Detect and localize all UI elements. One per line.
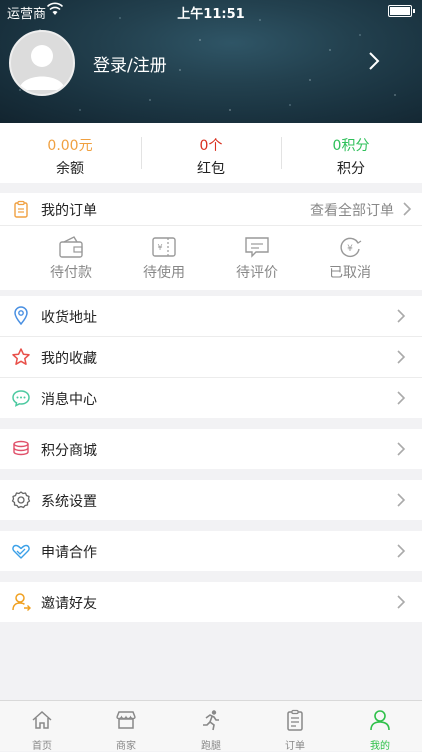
chevron-right-icon [396, 492, 406, 512]
profile-header: 运营商 上午11:51 登录/注册 [0, 0, 422, 123]
wallet-icon [58, 235, 84, 259]
red-packet-value: 0个 [199, 138, 223, 154]
user-icon [369, 709, 391, 731]
menu-item-messages[interactable]: 消息中心 [0, 378, 422, 418]
to-use-button[interactable]: ¥ 待使用 [129, 226, 199, 290]
pending-payment-button[interactable]: 待付款 [36, 226, 106, 290]
menu-item-partnership[interactable]: 申请合作 [0, 531, 422, 571]
menu-item-label: 系统设置 [41, 494, 97, 510]
home-icon [31, 709, 53, 731]
login-register-link[interactable]: 登录/注册 [93, 51, 167, 76]
clipboard-icon [284, 709, 306, 731]
chevron-right-icon[interactable] [366, 50, 382, 72]
menu-item-favorites[interactable]: 我的收藏 [0, 337, 422, 377]
chevron-right-icon [402, 201, 412, 221]
status-bar: 运营商 上午11:51 [0, 0, 422, 22]
order-status-row: 待付款 ¥ 待使用 待评价 ¥ 已取消 [0, 226, 422, 290]
runner-icon [200, 709, 222, 731]
tab-home[interactable]: 首页 [0, 701, 84, 752]
svg-text:¥: ¥ [157, 243, 162, 252]
my-orders-title: 我的订单 [41, 203, 97, 219]
bottom-tab-bar: 首页 商家 跑腿 订单 我的 [0, 700, 422, 752]
balance-stat[interactable]: 0.00元 余额 [0, 123, 140, 183]
star-icon [11, 347, 31, 367]
coins-icon [11, 439, 31, 459]
menu-item-label: 申请合作 [41, 545, 97, 561]
svg-text:¥: ¥ [347, 244, 353, 254]
store-icon [115, 709, 137, 731]
battery-icon [388, 5, 415, 17]
chevron-right-icon [396, 441, 406, 461]
view-all-orders-link[interactable]: 查看全部订单 [310, 200, 394, 220]
cancelled-button[interactable]: ¥ 已取消 [315, 226, 385, 290]
points-stat[interactable]: 0积分 积分 [281, 123, 421, 183]
invite-user-icon [11, 592, 31, 612]
to-review-label: 待评价 [236, 265, 278, 281]
cancelled-label: 已取消 [329, 265, 371, 281]
gear-icon [11, 490, 31, 510]
avatar[interactable] [9, 30, 75, 96]
chevron-right-icon [396, 308, 406, 328]
menu-item-label: 邀请好友 [41, 596, 97, 612]
chevron-right-icon [396, 594, 406, 614]
tab-merchants[interactable]: 商家 [84, 701, 168, 752]
menu-item-settings[interactable]: 系统设置 [0, 480, 422, 520]
points-label: 积分 [337, 161, 365, 177]
avatar-placeholder-icon [19, 45, 65, 90]
menu-item-invite-friends[interactable]: 邀请好友 [0, 582, 422, 622]
red-packet-label: 红包 [197, 161, 225, 177]
menu-item-label: 我的收藏 [41, 351, 97, 367]
comment-icon [244, 235, 270, 259]
chat-bubble-icon [11, 388, 31, 408]
chevron-right-icon [396, 349, 406, 369]
chevron-right-icon [396, 390, 406, 410]
tab-orders[interactable]: 订单 [253, 701, 337, 752]
menu-item-points-mall[interactable]: 积分商城 [0, 429, 422, 469]
menu-item-label: 收货地址 [41, 310, 97, 326]
to-use-label: 待使用 [143, 265, 185, 281]
cancelled-yen-icon: ¥ [337, 235, 363, 259]
menu-item-label: 消息中心 [41, 392, 97, 408]
to-review-button[interactable]: 待评价 [222, 226, 292, 290]
order-list-icon [12, 200, 30, 222]
chevron-right-icon [396, 543, 406, 563]
pending-payment-label: 待付款 [50, 265, 92, 281]
my-orders-header[interactable]: 我的订单 查看全部订单 [0, 193, 422, 226]
balance-label: 余额 [56, 161, 84, 177]
menu-item-label: 积分商城 [41, 443, 97, 459]
voucher-icon: ¥ [151, 235, 177, 259]
menu-item-address[interactable]: 收货地址 [0, 296, 422, 336]
handshake-icon [11, 541, 31, 561]
account-stats: 0.00元 余额 0个 红包 0积分 积分 [0, 123, 422, 183]
balance-value: 0.00元 [47, 138, 93, 154]
tab-errands[interactable]: 跑腿 [169, 701, 253, 752]
tab-mine[interactable]: 我的 [338, 701, 422, 752]
clock: 上午11:51 [177, 7, 245, 22]
red-packet-stat[interactable]: 0个 红包 [141, 123, 281, 183]
points-value: 0积分 [332, 138, 370, 154]
location-pin-icon [11, 306, 31, 326]
